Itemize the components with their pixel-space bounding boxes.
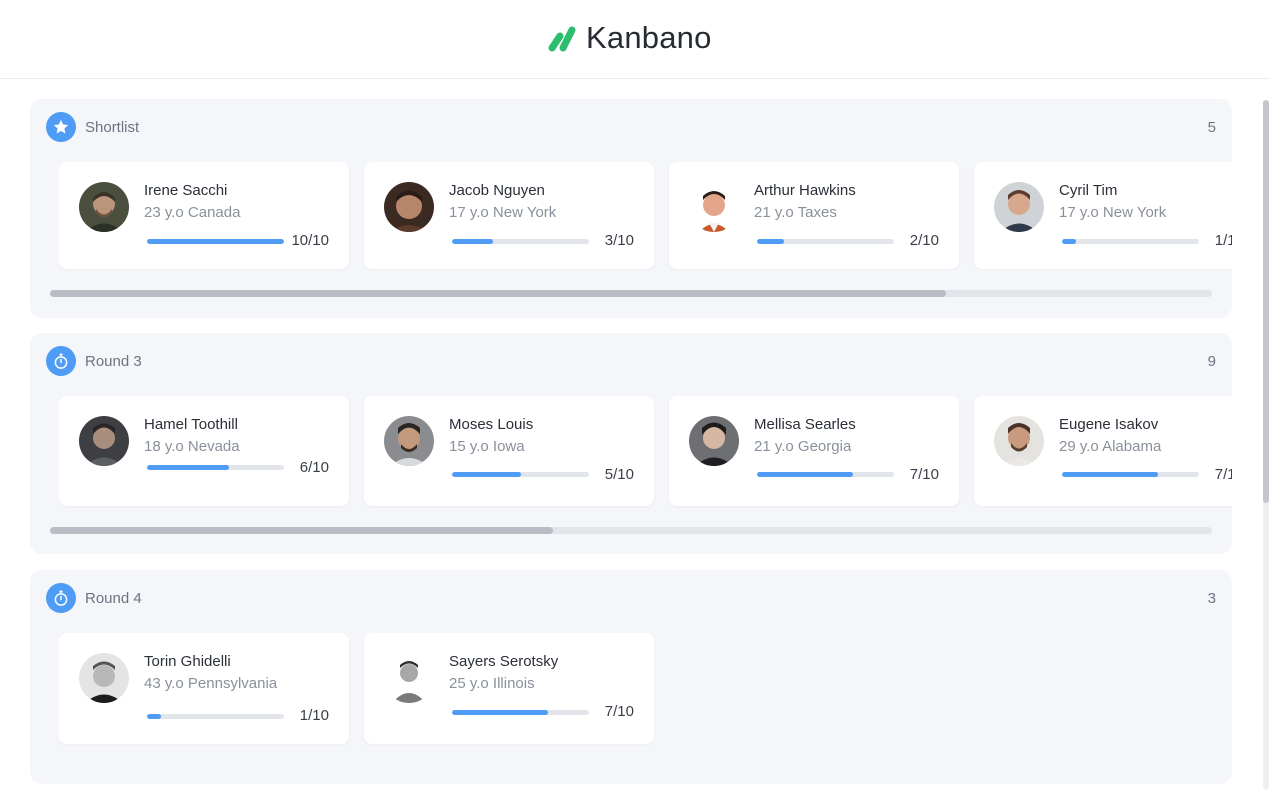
candidate-card[interactable]: Torin Ghidelli 43 y.o Pennsylvania 1/10 bbox=[59, 633, 349, 744]
score-progress-fill bbox=[147, 465, 230, 470]
candidate-name: Moses Louis bbox=[449, 416, 534, 433]
candidate-meta: 43 y.o Pennsylvania bbox=[144, 675, 278, 692]
score-progress-fill bbox=[147, 714, 161, 719]
brand-logo[interactable]: Kanbano bbox=[548, 20, 712, 56]
score-progress-fill bbox=[147, 239, 284, 244]
lane-header: Round 3 bbox=[46, 346, 142, 376]
score-progress-fill bbox=[1062, 472, 1158, 477]
lane-horizontal-scrollbar[interactable] bbox=[50, 527, 1212, 534]
score-progress-fill bbox=[757, 239, 785, 244]
avatar bbox=[79, 416, 129, 466]
lane-count: 3 bbox=[1207, 590, 1216, 607]
lane-count: 5 bbox=[1207, 119, 1216, 136]
score-progress-bar bbox=[757, 472, 894, 477]
score-progress-fill bbox=[757, 472, 853, 477]
avatar bbox=[384, 416, 434, 466]
avatar bbox=[994, 416, 1044, 466]
avatar bbox=[689, 182, 739, 232]
candidate-card[interactable]: Sayers Serotsky 25 y.o Illinois 7/10 bbox=[364, 633, 654, 744]
candidate-name: Torin Ghidelli bbox=[144, 653, 231, 670]
candidate-card[interactable]: Arthur Hawkins 21 y.o Taxes 2/10 bbox=[669, 162, 959, 269]
score-progress-bar bbox=[452, 710, 589, 715]
score-progress-bar bbox=[147, 239, 284, 244]
candidate-meta: 15 y.o Iowa bbox=[449, 438, 525, 455]
lane-header: Shortlist bbox=[46, 112, 139, 142]
score-progress-bar bbox=[147, 714, 284, 719]
cards-row: Torin Ghidelli 43 y.o Pennsylvania 1/10 … bbox=[59, 633, 1232, 747]
candidate-name: Mellisa Searles bbox=[754, 416, 856, 433]
candidate-score: 1/10 bbox=[299, 707, 329, 724]
app-header: Kanbano bbox=[0, 0, 1270, 79]
avatar bbox=[384, 653, 434, 703]
lane-scrollbar-thumb[interactable] bbox=[50, 527, 553, 534]
score-progress-bar bbox=[757, 239, 894, 244]
candidate-name: Eugene Isakov bbox=[1059, 416, 1159, 433]
score-progress-bar bbox=[1062, 239, 1199, 244]
candidate-name: Sayers Serotsky bbox=[449, 653, 559, 670]
candidate-meta: 25 y.o Illinois bbox=[449, 675, 535, 692]
score-progress-fill bbox=[452, 239, 494, 244]
cards-row: Hamel Toothill 18 y.o Nevada 6/10 Moses … bbox=[59, 396, 1232, 508]
candidate-name: Jacob Nguyen bbox=[449, 182, 545, 199]
candidate-card[interactable]: Irene Sacchi 23 y.o Canada 10/10 bbox=[59, 162, 349, 269]
candidate-card[interactable]: Eugene Isakov 29 y.o Alabama 7/10 bbox=[974, 396, 1232, 506]
cards-row: Irene Sacchi 23 y.o Canada 10/10 Jacob N… bbox=[59, 162, 1232, 270]
candidate-meta: 21 y.o Georgia bbox=[754, 438, 852, 455]
stopwatch-icon bbox=[46, 346, 76, 376]
score-progress-bar bbox=[1062, 472, 1199, 477]
score-progress-bar bbox=[452, 472, 589, 477]
score-progress-fill bbox=[1062, 239, 1076, 244]
candidate-score: 5/10 bbox=[604, 466, 634, 483]
lane-title: Round 3 bbox=[85, 352, 142, 370]
page-scrollbar[interactable] bbox=[1263, 100, 1269, 790]
score-progress-bar bbox=[452, 239, 589, 244]
star-icon bbox=[46, 112, 76, 142]
candidate-card[interactable]: Hamel Toothill 18 y.o Nevada 6/10 bbox=[59, 396, 349, 506]
score-progress-fill bbox=[452, 710, 548, 715]
kanbano-logo-icon bbox=[548, 26, 576, 52]
avatar bbox=[79, 182, 129, 232]
stopwatch-icon bbox=[46, 583, 76, 613]
candidate-meta: 17 y.o New York bbox=[449, 204, 557, 221]
candidate-card[interactable]: Moses Louis 15 y.o Iowa 5/10 bbox=[364, 396, 654, 506]
avatar bbox=[384, 182, 434, 232]
lane-count: 9 bbox=[1207, 353, 1216, 370]
lane-header: Round 4 bbox=[46, 583, 142, 613]
lane-horizontal-scrollbar[interactable] bbox=[50, 290, 1212, 297]
candidate-name: Irene Sacchi bbox=[144, 182, 228, 199]
avatar bbox=[994, 182, 1044, 232]
candidate-card[interactable]: Jacob Nguyen 17 y.o New York 3/10 bbox=[364, 162, 654, 269]
candidate-score: 7/10 bbox=[604, 703, 634, 720]
candidate-card[interactable]: Mellisa Searles 21 y.o Georgia 7/10 bbox=[669, 396, 959, 506]
candidate-score: 10/10 bbox=[291, 232, 329, 249]
candidate-card[interactable]: Cyril Tim 17 y.o New York 1/10 bbox=[974, 162, 1232, 269]
candidate-score: 7/10 bbox=[1214, 466, 1232, 483]
candidate-name: Arthur Hawkins bbox=[754, 182, 856, 199]
candidate-meta: 17 y.o New York bbox=[1059, 204, 1167, 221]
candidate-meta: 23 y.o Canada bbox=[144, 204, 241, 221]
candidate-score: 7/10 bbox=[909, 466, 939, 483]
avatar bbox=[79, 653, 129, 703]
candidate-score: 6/10 bbox=[299, 459, 329, 476]
candidate-meta: 18 y.o Nevada bbox=[144, 438, 240, 455]
candidate-score: 2/10 bbox=[909, 232, 939, 249]
brand-name: Kanbano bbox=[586, 20, 712, 55]
candidate-score: 1/10 bbox=[1214, 232, 1232, 249]
avatar bbox=[689, 416, 739, 466]
lane-title: Round 4 bbox=[85, 589, 142, 607]
candidate-meta: 21 y.o Taxes bbox=[754, 204, 837, 221]
candidate-name: Hamel Toothill bbox=[144, 416, 238, 433]
lane-shortlist: Shortlist 5 Irene Sacchi 23 y.o Canada 1… bbox=[30, 99, 1232, 318]
page-scrollbar-thumb[interactable] bbox=[1263, 100, 1269, 503]
lane-round-3: Round 3 9 Hamel Toothill 18 y.o Nevada 6… bbox=[30, 333, 1232, 554]
score-progress-fill bbox=[452, 472, 521, 477]
candidate-score: 3/10 bbox=[604, 232, 634, 249]
lane-round-4: Round 4 3 Torin Ghidelli 43 y.o Pennsylv… bbox=[30, 570, 1232, 784]
lane-scrollbar-thumb[interactable] bbox=[50, 290, 946, 297]
candidate-name: Cyril Tim bbox=[1059, 182, 1118, 199]
lane-title: Shortlist bbox=[85, 118, 140, 136]
score-progress-bar bbox=[147, 465, 284, 470]
candidate-meta: 29 y.o Alabama bbox=[1059, 438, 1162, 455]
